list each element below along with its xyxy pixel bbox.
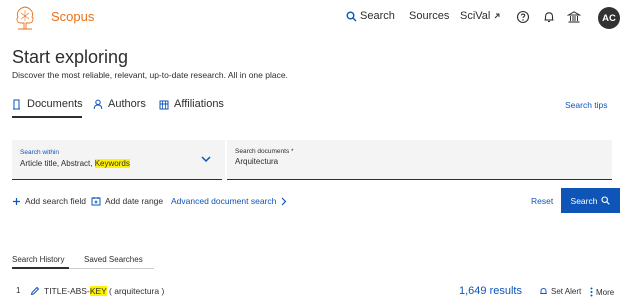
tab-search-history[interactable]: Search History (12, 255, 64, 264)
elsevier-tree-logo[interactable] (12, 4, 38, 32)
help-icon[interactable] (516, 10, 530, 24)
page-subtitle: Discover the most reliable, relevant, up… (12, 70, 288, 80)
history-query-prefix: TITLE-ABS- (44, 286, 90, 296)
building-icon (159, 100, 169, 109)
search-within-label: Search within (20, 149, 60, 156)
history-query-suffix: ( arquitectura ) (106, 286, 165, 296)
chevron-down-icon (201, 156, 211, 163)
nav-scival-label: SciVal (460, 10, 491, 22)
add-search-field-label: Add search field (25, 196, 86, 206)
document-icon (13, 99, 20, 109)
nav-search-label: Search (360, 10, 395, 22)
tab-authors[interactable]: Authors (93, 98, 146, 110)
search-button-label: Search (570, 195, 598, 206)
plus-icon (13, 197, 20, 205)
history-row-number: 1 (16, 286, 21, 295)
tab-active-indicator (12, 116, 82, 118)
search-documents-label: Search documents * (235, 148, 294, 155)
add-date-range-label: Add date range (105, 196, 164, 206)
search-form: Search within Article title, Abstract, K… (12, 140, 612, 180)
tab-affiliations-label: Affiliations (174, 98, 224, 110)
scopus-brand[interactable]: Scopus (51, 9, 94, 24)
bell-icon[interactable] (542, 10, 556, 24)
history-results-link[interactable]: 1,649 results (459, 285, 522, 297)
tab-documents-label: Documents (27, 98, 83, 110)
nav-sources-link[interactable]: Sources (409, 10, 449, 22)
advanced-search-link[interactable]: Advanced document search (171, 196, 287, 206)
advanced-search-label: Advanced document search (171, 196, 277, 206)
institution-icon[interactable] (567, 10, 581, 24)
history-row: 1 TITLE-ABS-KEY ( arquitectura ) 1,649 r… (0, 282, 624, 300)
search-documents-input[interactable]: Arquitectura (235, 157, 278, 166)
nav-scival-link[interactable]: SciVal (460, 10, 501, 22)
tab-documents[interactable]: Documents (12, 98, 83, 110)
search-documents-field[interactable]: Search documents * Arquitectura (227, 140, 612, 180)
bell-icon (540, 288, 547, 294)
search-tips-link[interactable]: Search tips (565, 100, 608, 110)
tab-authors-label: Authors (108, 98, 146, 110)
history-query[interactable]: TITLE-ABS-KEY ( arquitectura ) (44, 286, 164, 296)
top-header: Scopus Search Sources SciVal AC (0, 0, 624, 36)
set-alert-label: Set Alert (551, 287, 582, 296)
nav-sources-label: Sources (409, 10, 450, 22)
person-icon (93, 99, 103, 109)
search-icon (601, 196, 611, 205)
tab-saved-searches[interactable]: Saved Searches (84, 255, 143, 264)
reset-button[interactable]: Reset (531, 196, 553, 206)
search-within-value: Article title, Abstract, Keywords (20, 159, 130, 168)
search-icon (346, 11, 357, 21)
search-within-value-text: Article title, Abstract, (20, 159, 95, 168)
search-button[interactable]: Search (561, 188, 620, 213)
page-title: Start exploring (12, 47, 129, 67)
add-date-range-button[interactable]: Add date range (91, 196, 163, 206)
tab-affiliations[interactable]: Affiliations (159, 98, 224, 110)
pencil-icon[interactable] (30, 286, 40, 296)
more-label: More (596, 287, 615, 297)
calendar-icon (91, 197, 101, 206)
user-avatar[interactable]: AC (598, 7, 620, 29)
add-search-field-button[interactable]: Add search field (12, 196, 86, 206)
external-link-icon (495, 13, 500, 19)
set-alert-button[interactable]: Set Alert (539, 287, 581, 296)
search-within-select[interactable]: Search within Article title, Abstract, K… (12, 140, 222, 180)
more-button[interactable]: More (590, 287, 614, 297)
search-within-highlight: Keywords (94, 159, 130, 168)
history-query-highlight: KEY (89, 286, 107, 296)
nav-search-link[interactable]: Search (346, 10, 395, 22)
chevron-right-icon (281, 197, 287, 205)
more-vertical-icon (590, 287, 593, 297)
history-tab-active-indicator (12, 267, 69, 269)
